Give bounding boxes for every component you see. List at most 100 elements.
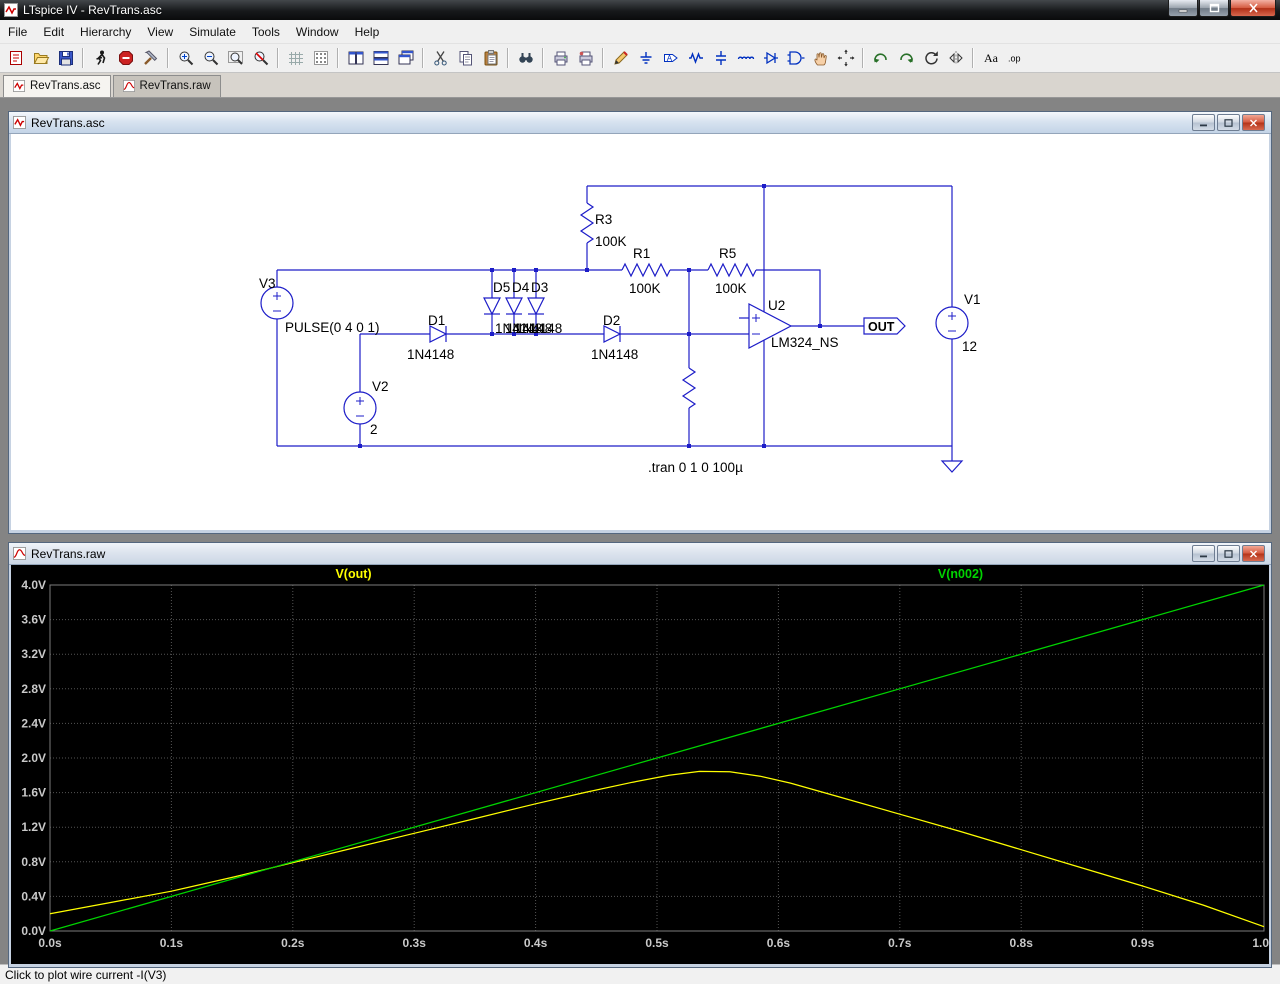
component-D4[interactable]	[506, 298, 522, 314]
menu-simulate[interactable]: Simulate	[181, 21, 244, 43]
drag-button[interactable]	[834, 47, 857, 70]
maximize-button[interactable]	[1199, 0, 1229, 17]
component-R5[interactable]	[708, 264, 756, 276]
move-button[interactable]	[809, 47, 832, 70]
ground-symbol[interactable]	[942, 461, 962, 472]
minimize-icon	[1178, 4, 1188, 13]
tile-horizontal-button[interactable]	[369, 47, 392, 70]
find-button[interactable]	[514, 47, 537, 70]
cascade-button[interactable]	[394, 47, 417, 70]
paste-button[interactable]	[479, 47, 502, 70]
tab-revtrans-asc[interactable]: RevTrans.asc	[3, 75, 111, 97]
snap-button[interactable]	[309, 47, 332, 70]
app-icon	[4, 3, 18, 17]
copy-button[interactable]	[454, 47, 477, 70]
waveform-minimize-button[interactable]	[1192, 545, 1215, 562]
legend-V(out)[interactable]: V(out)	[335, 567, 371, 581]
component-R3[interactable]	[581, 203, 593, 243]
component-D3[interactable]	[528, 298, 544, 314]
ground-button[interactable]	[634, 47, 657, 70]
menu-window[interactable]: Window	[288, 21, 347, 43]
waveform-plot[interactable]: 4.0V3.6V3.2V2.8V2.4V2.0V1.6V1.2V0.8V0.4V…	[11, 565, 1269, 963]
component-D2[interactable]	[604, 326, 620, 342]
schematic-minimize-button[interactable]	[1192, 114, 1215, 131]
component-button[interactable]	[784, 47, 807, 70]
tab-label: RevTrans.raw	[140, 80, 211, 92]
save-button[interactable]	[54, 47, 77, 70]
x-tick-label: 0.2s	[281, 936, 305, 950]
toolbar-separator	[277, 48, 279, 68]
menu-view[interactable]: View	[139, 21, 181, 43]
new-schematic-button[interactable]	[4, 47, 27, 70]
component-R1[interactable]	[622, 264, 670, 276]
toolbar-separator	[82, 48, 84, 68]
toolbar: A Aa .op	[0, 44, 1280, 73]
mirror-button[interactable]	[944, 47, 967, 70]
component-R2[interactable]	[683, 368, 695, 408]
print-button[interactable]	[549, 47, 572, 70]
waveform-close-button[interactable]	[1242, 545, 1265, 562]
component-V1[interactable]	[936, 307, 968, 339]
run-button[interactable]	[89, 47, 112, 70]
waveform-window-titlebar[interactable]: RevTrans.raw	[9, 543, 1271, 565]
schematic-drawing: V3 PULSE(0 4 0 1) V2 2 V1 12 R3 100K R1 …	[11, 134, 1269, 530]
legend-V(n002)[interactable]: V(n002)	[938, 567, 983, 581]
rotate-button[interactable]	[919, 47, 942, 70]
zoom-undo-button[interactable]	[249, 47, 272, 70]
spice-directive-button[interactable]: .op	[1004, 47, 1027, 70]
menu-tools[interactable]: Tools	[244, 21, 288, 43]
schematic-maximize-button[interactable]	[1217, 114, 1240, 131]
menu-hierarchy[interactable]: Hierarchy	[72, 21, 139, 43]
component-V3[interactable]	[261, 287, 293, 319]
close-button[interactable]	[1230, 0, 1276, 17]
component-V2[interactable]	[344, 392, 376, 424]
undo-button[interactable]	[869, 47, 892, 70]
waveform-window[interactable]: RevTrans.raw 4.0V3.6V3.2V2.8V2.4V2.0V1.6…	[8, 542, 1272, 968]
tile-vertical-button[interactable]	[344, 47, 367, 70]
net-label-button[interactable]: A	[659, 47, 682, 70]
window-title: LTspice IV - RevTrans.asc	[23, 3, 162, 17]
menu-edit[interactable]: Edit	[35, 21, 72, 43]
component-D5[interactable]	[484, 298, 500, 314]
schematic-window-title: RevTrans.asc	[31, 116, 105, 130]
toolbar-separator	[337, 48, 339, 68]
diode-button[interactable]	[759, 47, 782, 70]
control-panel-button[interactable]	[139, 47, 162, 70]
zoom-extents-button[interactable]	[224, 47, 247, 70]
waveform-maximize-button[interactable]	[1217, 545, 1240, 562]
grid-button[interactable]	[284, 47, 307, 70]
d3-value-label: 1N4148	[515, 321, 562, 336]
minimize-button[interactable]	[1168, 0, 1198, 17]
paste-icon	[482, 49, 500, 67]
print-setup-button[interactable]	[574, 47, 597, 70]
open-button[interactable]	[29, 47, 52, 70]
component-D1[interactable]	[430, 326, 446, 342]
schematic-canvas[interactable]: V3 PULSE(0 4 0 1) V2 2 V1 12 R3 100K R1 …	[11, 134, 1269, 530]
inductor-button[interactable]	[734, 47, 757, 70]
schematic-window-icon	[13, 116, 26, 129]
wire-button[interactable]	[609, 47, 632, 70]
text-button[interactable]: Aa	[979, 47, 1002, 70]
capacitor-button[interactable]	[709, 47, 732, 70]
tran-directive[interactable]: .tran 0 1 0 100µ	[648, 460, 743, 475]
waveform-canvas[interactable]: 4.0V3.6V3.2V2.8V2.4V2.0V1.6V1.2V0.8V0.4V…	[11, 565, 1269, 964]
menu-help[interactable]: Help	[347, 21, 388, 43]
resistor-button[interactable]	[684, 47, 707, 70]
toolbar-separator	[542, 48, 544, 68]
redo-button[interactable]	[894, 47, 917, 70]
zoom-extents-icon	[227, 49, 245, 67]
inductor-icon	[737, 49, 755, 67]
zoom-out-button[interactable]	[199, 47, 222, 70]
tab-revtrans-raw[interactable]: RevTrans.raw	[113, 75, 221, 97]
zoom-in-button[interactable]	[174, 47, 197, 70]
maximize-icon	[1224, 119, 1233, 127]
spice-directive-icon: .op	[1007, 49, 1025, 67]
halt-button[interactable]	[114, 47, 137, 70]
schematic-window[interactable]: RevTrans.asc	[8, 111, 1272, 534]
d1-value-label: 1N4148	[407, 347, 454, 362]
diode-icon	[762, 49, 780, 67]
menu-file[interactable]: File	[0, 21, 35, 43]
cut-button[interactable]	[429, 47, 452, 70]
schematic-close-button[interactable]	[1242, 114, 1265, 131]
schematic-window-titlebar[interactable]: RevTrans.asc	[9, 112, 1271, 134]
